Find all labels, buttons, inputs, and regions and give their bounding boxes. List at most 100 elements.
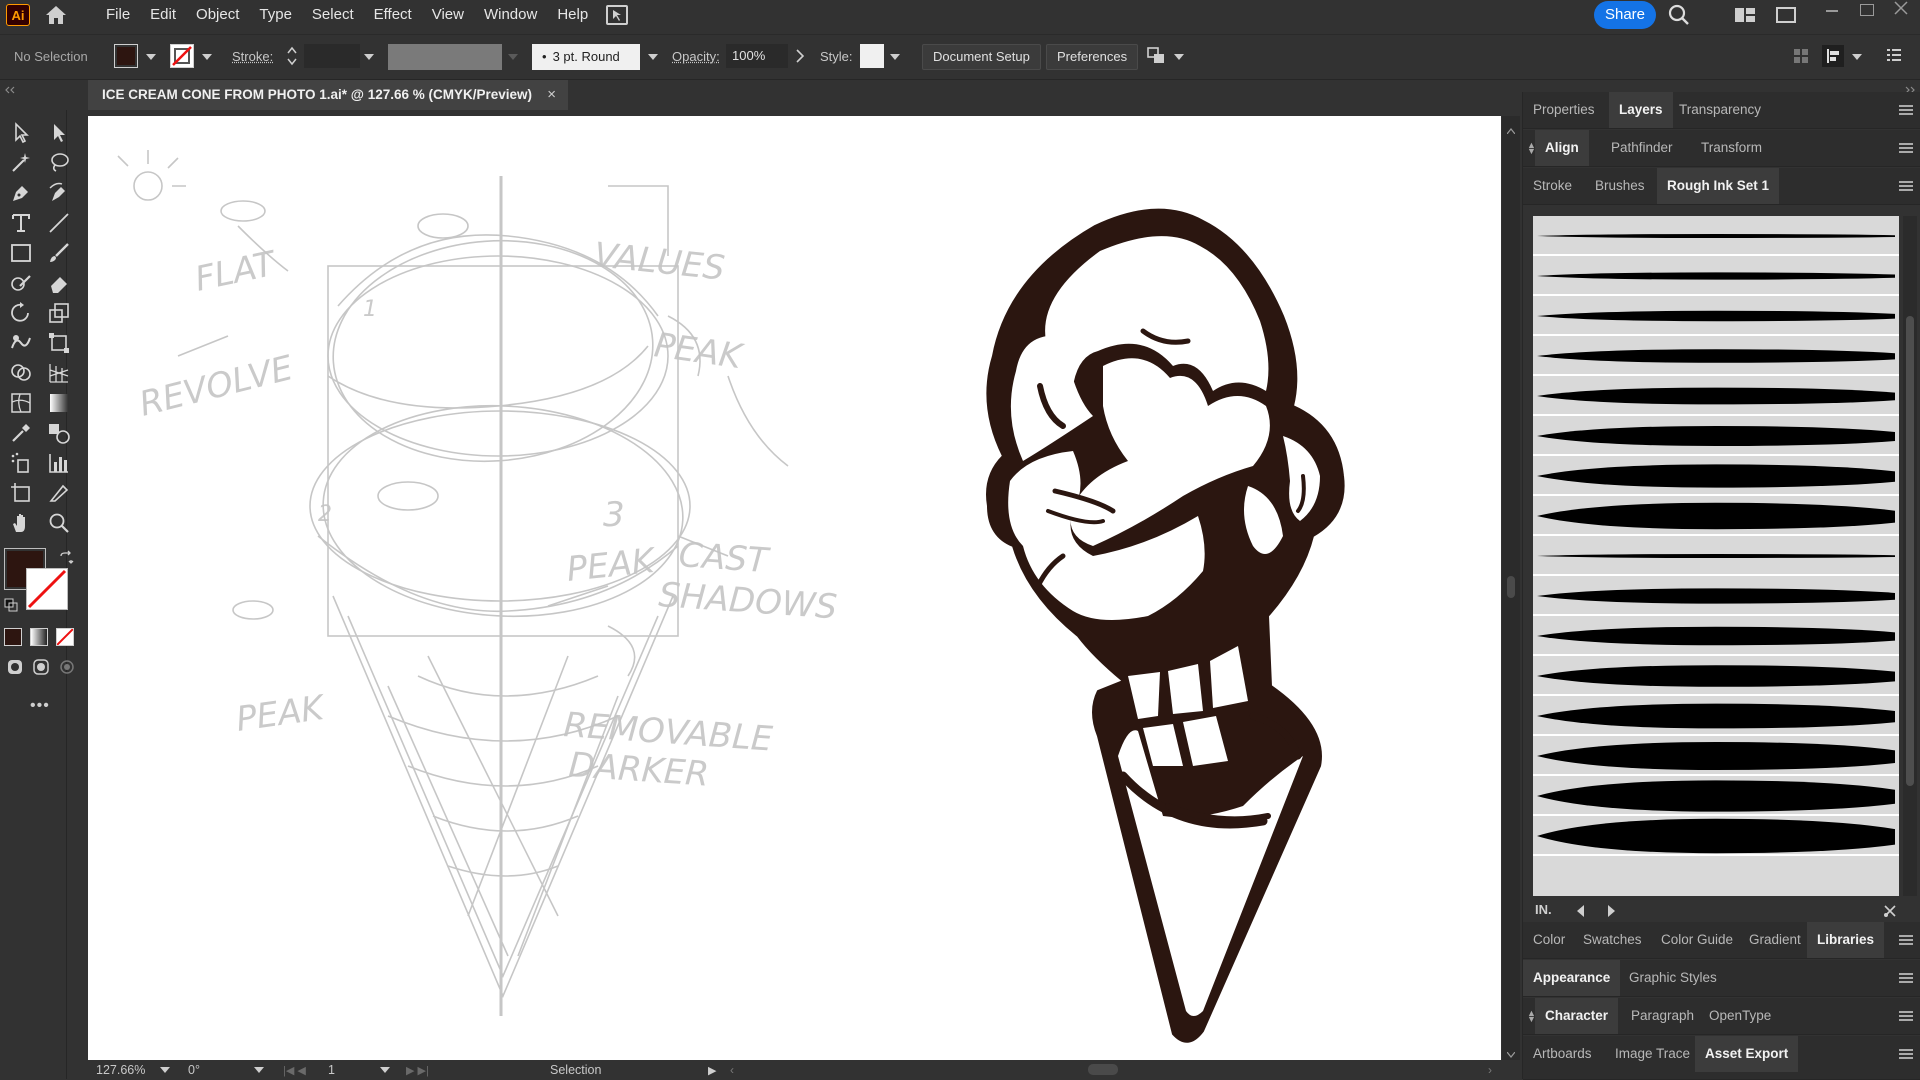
- menu-view[interactable]: View: [422, 0, 474, 30]
- tab-stroke[interactable]: Stroke: [1523, 168, 1582, 204]
- menu-file[interactable]: File: [96, 0, 140, 30]
- rectangle-tool-icon[interactable]: [8, 240, 34, 266]
- brush-stroke-item[interactable]: [1533, 376, 1899, 416]
- tab-color-guide[interactable]: Color Guide: [1651, 922, 1743, 958]
- style-dropdown-arrow[interactable]: [890, 54, 900, 60]
- stroke-dropdown-arrow[interactable]: [202, 54, 212, 60]
- zoom-level[interactable]: 127.66%: [96, 1063, 145, 1077]
- panel-menu-icon[interactable]: [1899, 105, 1913, 115]
- tab-color[interactable]: Color: [1523, 922, 1575, 958]
- artboard-tool-icon[interactable]: [8, 480, 34, 506]
- tab-brushes[interactable]: Brushes: [1585, 168, 1655, 204]
- stroke-weight-dropdown[interactable]: [364, 54, 374, 60]
- next-artboard-icon[interactable]: ▶ ▶|: [406, 1064, 429, 1077]
- tab-artboards[interactable]: Artboards: [1523, 1036, 1602, 1072]
- remove-brush-icon[interactable]: [1883, 904, 1897, 918]
- pen-tool-icon[interactable]: [8, 180, 34, 206]
- curvature-tool-icon[interactable]: [46, 180, 72, 206]
- brush-stroke-item[interactable]: [1533, 256, 1899, 296]
- tab-layers[interactable]: Layers: [1609, 92, 1673, 128]
- edit-toolbar-icon[interactable]: •••: [30, 698, 54, 714]
- next-library-icon[interactable]: [1607, 904, 1617, 918]
- warp-tool-icon[interactable]: [8, 330, 34, 356]
- draw-behind-icon[interactable]: [32, 658, 50, 676]
- grid-icon[interactable]: [1794, 49, 1808, 63]
- brush-stroke-item[interactable]: [1533, 656, 1899, 696]
- previous-library-icon[interactable]: [1575, 904, 1585, 918]
- document-setup-button[interactable]: Document Setup: [922, 44, 1041, 70]
- panel-menu-icon[interactable]: [1899, 973, 1913, 983]
- rotation-value[interactable]: 0°: [188, 1063, 200, 1077]
- color-mode-icon[interactable]: [4, 628, 22, 646]
- draw-normal-icon[interactable]: [6, 658, 24, 676]
- tab-properties[interactable]: Properties: [1523, 92, 1605, 128]
- menu-effect[interactable]: Effect: [364, 0, 422, 30]
- selection-tool-icon[interactable]: [8, 120, 34, 146]
- default-colors-icon[interactable]: [4, 598, 18, 612]
- scroll-thumb[interactable]: [1507, 576, 1515, 598]
- eyedropper-tool-icon[interactable]: [8, 420, 34, 446]
- collapse-toolbar-icon[interactable]: [4, 82, 16, 94]
- shaper-tool-icon[interactable]: [8, 270, 34, 296]
- arrange-icon[interactable]: [1146, 45, 1170, 67]
- menu-object[interactable]: Object: [186, 0, 249, 30]
- opacity-field[interactable]: 100%: [726, 44, 788, 68]
- brush-scroll-thumb[interactable]: [1906, 316, 1914, 786]
- stroke-weight-field[interactable]: [304, 44, 360, 68]
- profile-dropdown-arrow[interactable]: [508, 54, 518, 60]
- type-tool-icon[interactable]: [8, 210, 34, 236]
- control-panel-menu-icon[interactable]: [1886, 47, 1902, 63]
- paintbrush-tool-icon[interactable]: [46, 240, 72, 266]
- arrange-dropdown-arrow[interactable]: [1174, 54, 1184, 60]
- tab-transparency[interactable]: Transparency: [1669, 92, 1771, 128]
- align-icon[interactable]: [1822, 45, 1844, 67]
- rotate-tool-icon[interactable]: [8, 300, 34, 326]
- tab-libraries[interactable]: Libraries: [1807, 922, 1885, 958]
- tab-character[interactable]: Character: [1535, 998, 1619, 1034]
- rotation-dropdown-arrow[interactable]: [254, 1067, 264, 1073]
- scroll-up-icon[interactable]: [1506, 122, 1516, 135]
- menu-edit[interactable]: Edit: [140, 0, 186, 30]
- opacity-arrow-icon[interactable]: [796, 49, 805, 63]
- tab-rough-ink-set-1[interactable]: Rough Ink Set 1: [1657, 168, 1780, 204]
- brush-stroke-item[interactable]: [1533, 216, 1899, 256]
- brush-libraries-menu-icon[interactable]: IN.: [1535, 902, 1557, 918]
- artboard-number[interactable]: 1: [328, 1063, 335, 1077]
- brush-stroke-item[interactable]: [1533, 536, 1899, 576]
- brush-stroke-item[interactable]: [1533, 696, 1899, 736]
- panel-menu-icon[interactable]: [1899, 143, 1913, 153]
- home-icon[interactable]: [44, 4, 68, 26]
- brush-stroke-item[interactable]: [1533, 416, 1899, 456]
- menu-select[interactable]: Select: [302, 0, 364, 30]
- zoom-tool-icon[interactable]: [46, 510, 72, 536]
- tab-paragraph[interactable]: Paragraph: [1621, 998, 1704, 1034]
- search-icon[interactable]: [1668, 4, 1690, 26]
- arrange-documents-icon[interactable]: [606, 5, 628, 25]
- none-mode-icon[interactable]: [56, 628, 74, 646]
- hscroll-right-icon[interactable]: ›: [1488, 1063, 1492, 1077]
- brush-stroke-item[interactable]: [1533, 296, 1899, 336]
- direct-selection-tool-icon[interactable]: [46, 120, 72, 146]
- document-tab[interactable]: ICE CREAM CONE FROM PHOTO 1.ai* @ 127.66…: [88, 80, 568, 110]
- brush-stroke-item[interactable]: [1533, 496, 1899, 536]
- eraser-tool-icon[interactable]: [46, 270, 72, 296]
- tab-image-trace[interactable]: Image Trace: [1605, 1036, 1700, 1072]
- canvas-vertical-scrollbar[interactable]: [1502, 116, 1520, 1060]
- brush-stroke-item[interactable]: [1533, 616, 1899, 656]
- tab-asset-export[interactable]: Asset Export: [1695, 1036, 1799, 1072]
- tab-swatches[interactable]: Swatches: [1573, 922, 1652, 958]
- hand-tool-icon[interactable]: [8, 510, 34, 536]
- tab-align[interactable]: Align: [1535, 130, 1589, 166]
- draw-inside-icon[interactable]: [58, 658, 76, 676]
- panel-menu-icon[interactable]: [1899, 181, 1913, 191]
- fill-color-swatch[interactable]: [114, 44, 138, 68]
- brush-scrollbar[interactable]: [1903, 216, 1917, 896]
- gradient-tool-icon[interactable]: [46, 390, 72, 416]
- menu-type[interactable]: Type: [249, 0, 302, 30]
- zoom-dropdown-arrow[interactable]: [160, 1067, 170, 1073]
- screen-mode-icon[interactable]: [1776, 7, 1796, 23]
- gradient-mode-icon[interactable]: [30, 628, 48, 646]
- share-button[interactable]: Share: [1594, 1, 1656, 29]
- brush-stroke-item[interactable]: [1533, 576, 1899, 616]
- panel-menu-icon[interactable]: [1899, 1049, 1913, 1059]
